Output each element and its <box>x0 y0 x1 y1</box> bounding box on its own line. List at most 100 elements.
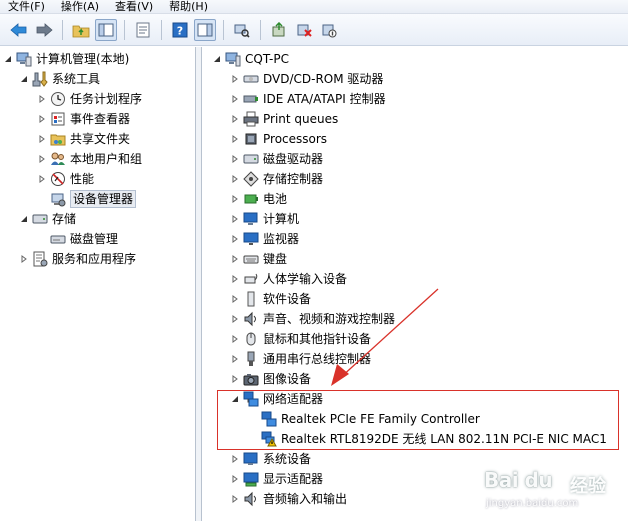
tree-label: 设备管理器 <box>70 190 137 208</box>
collapsed-triangle-icon[interactable] <box>229 109 241 129</box>
tree-label: 网络适配器 <box>263 392 324 406</box>
console-tree-icon[interactable] <box>95 18 117 41</box>
tree-label: 系统设备 <box>263 452 312 466</box>
expanded-triangle-icon[interactable] <box>2 49 14 69</box>
network-device-realtek-wireless[interactable]: Realtek RTL8192DE 无线 LAN 802.11N PCI-E N… <box>247 429 607 449</box>
device-manager-icon <box>50 191 66 207</box>
collapsed-triangle-icon[interactable] <box>229 209 241 229</box>
pane-view-icon[interactable] <box>194 18 216 41</box>
collapsed-triangle-icon[interactable] <box>229 309 241 329</box>
tree-label: 键盘 <box>263 252 288 266</box>
hid-icon <box>243 271 259 287</box>
menu-help[interactable]: 帮助(H) <box>161 0 216 13</box>
collapsed-triangle-icon[interactable] <box>229 169 241 189</box>
device-category-computer[interactable]: 计算机 <box>229 209 299 229</box>
collapsed-triangle-icon[interactable] <box>229 449 241 469</box>
uninstall-icon[interactable] <box>293 19 315 41</box>
up-folder-icon[interactable] <box>70 19 92 41</box>
device-category-mice[interactable]: 鼠标和其他指针设备 <box>229 329 371 349</box>
collapsed-triangle-icon[interactable] <box>229 229 241 249</box>
collapsed-triangle-icon[interactable] <box>229 69 241 89</box>
tree-node-storage[interactable]: 存储 <box>18 209 76 229</box>
collapsed-triangle-icon[interactable] <box>229 269 241 289</box>
tree-node-device-manager[interactable]: 设备管理器 <box>36 189 137 209</box>
scan-hardware-icon[interactable] <box>231 19 253 41</box>
collapsed-triangle-icon[interactable] <box>229 489 241 509</box>
device-category-ide[interactable]: IDE ATA/ATAPI 控制器 <box>229 89 386 109</box>
tree-label: 磁盘驱动器 <box>263 152 324 166</box>
collapsed-triangle-icon[interactable] <box>229 189 241 209</box>
tree-label: 音频输入和输出 <box>263 492 348 506</box>
tree-label: Realtek PCIe FE Family Controller <box>281 412 480 426</box>
collapsed-triangle-icon[interactable] <box>36 149 48 169</box>
update-driver-icon[interactable] <box>268 19 290 41</box>
tree-label: CQT-PC <box>245 52 289 66</box>
collapsed-triangle-icon[interactable] <box>229 349 241 369</box>
menu-view[interactable]: 查看(V) <box>107 0 161 13</box>
device-category-sound[interactable]: 声音、视频和游戏控制器 <box>229 309 395 329</box>
event-viewer-icon <box>50 111 66 127</box>
device-category-print-queues[interactable]: Print queues <box>229 109 338 129</box>
tree-node-system-tools[interactable]: 系统工具 <box>18 69 100 89</box>
properties-icon[interactable] <box>132 19 154 41</box>
collapsed-triangle-icon[interactable] <box>229 329 241 349</box>
device-category-dvd[interactable]: DVD/CD-ROM 驱动器 <box>229 69 383 89</box>
tree-node-performance[interactable]: 性能 <box>36 169 94 189</box>
device-category-imaging[interactable]: 图像设备 <box>229 369 311 389</box>
help-icon[interactable]: ? <box>169 19 191 41</box>
device-category-audio-io[interactable]: 音频输入和输出 <box>229 489 347 509</box>
device-category-hid[interactable]: 人体学输入设备 <box>229 269 347 289</box>
toolbar-separator <box>223 19 224 40</box>
tree-node-local-users-groups[interactable]: 本地用户和组 <box>36 149 142 169</box>
disk-icon <box>50 231 66 247</box>
device-category-storage-controllers[interactable]: 存储控制器 <box>229 169 323 189</box>
expanded-triangle-icon[interactable] <box>229 389 241 409</box>
device-category-battery[interactable]: 电池 <box>229 189 287 209</box>
device-category-network-adapters[interactable]: 网络适配器 <box>229 389 323 409</box>
tree-label: IDE ATA/ATAPI 控制器 <box>263 92 386 106</box>
expanded-triangle-icon[interactable] <box>18 209 30 229</box>
collapsed-triangle-icon[interactable] <box>36 169 48 189</box>
collapsed-triangle-icon[interactable] <box>36 129 48 149</box>
device-tree-root[interactable]: CQT-PC <box>211 49 289 69</box>
collapsed-triangle-icon[interactable] <box>229 149 241 169</box>
menu-file[interactable]: 文件(F) <box>0 0 53 13</box>
disable-device-icon[interactable] <box>318 19 340 41</box>
collapsed-triangle-icon[interactable] <box>229 89 241 109</box>
menu-bar: 文件(F) 操作(A) 查看(V) 帮助(H) <box>0 0 628 14</box>
tree-node-services-apps[interactable]: 服务和应用程序 <box>18 249 136 269</box>
tree-node-shared-folders[interactable]: 共享文件夹 <box>36 129 130 149</box>
device-category-keyboards[interactable]: 键盘 <box>229 249 287 269</box>
tree-node-computer-management[interactable]: 计算机管理(本地) <box>2 49 129 69</box>
tree-node-disk-management[interactable]: 磁盘管理 <box>36 229 118 249</box>
tree-label: 电池 <box>263 192 288 206</box>
tree-node-task-scheduler[interactable]: 任务计划程序 <box>36 89 142 109</box>
collapsed-triangle-icon[interactable] <box>229 249 241 269</box>
pane-splitter[interactable] <box>196 47 202 521</box>
expanded-triangle-icon[interactable] <box>18 69 30 89</box>
computer-icon <box>225 51 241 67</box>
collapsed-triangle-icon[interactable] <box>229 369 241 389</box>
device-category-software-devices[interactable]: 软件设备 <box>229 289 311 309</box>
device-category-monitors[interactable]: 监视器 <box>229 229 299 249</box>
device-category-usb[interactable]: 通用串行总线控制器 <box>229 349 371 369</box>
device-category-processors[interactable]: Processors <box>229 129 327 149</box>
collapsed-triangle-icon[interactable] <box>36 109 48 129</box>
device-tree-pane: CQT-PC DVD/CD-ROM 驱动器 IDE ATA/ATAPI 控制器 … <box>203 47 628 521</box>
printer-icon <box>243 111 259 127</box>
device-category-display-adapters[interactable]: 显示适配器 <box>229 469 323 489</box>
collapsed-triangle-icon[interactable] <box>18 249 30 269</box>
device-category-system-devices[interactable]: 系统设备 <box>229 449 311 469</box>
forward-arrow-icon[interactable] <box>33 19 55 41</box>
device-category-disk-drives[interactable]: 磁盘驱动器 <box>229 149 323 169</box>
expanded-triangle-icon[interactable] <box>211 49 223 69</box>
menu-action[interactable]: 操作(A) <box>53 0 107 13</box>
network-device-realtek-pcie[interactable]: Realtek PCIe FE Family Controller <box>247 409 480 429</box>
collapsed-triangle-icon[interactable] <box>229 289 241 309</box>
collapsed-triangle-icon[interactable] <box>36 89 48 109</box>
tree-node-event-viewer[interactable]: 事件查看器 <box>36 109 130 129</box>
collapsed-triangle-icon[interactable] <box>229 469 241 489</box>
back-arrow-icon[interactable] <box>8 19 30 41</box>
collapsed-triangle-icon[interactable] <box>229 129 241 149</box>
